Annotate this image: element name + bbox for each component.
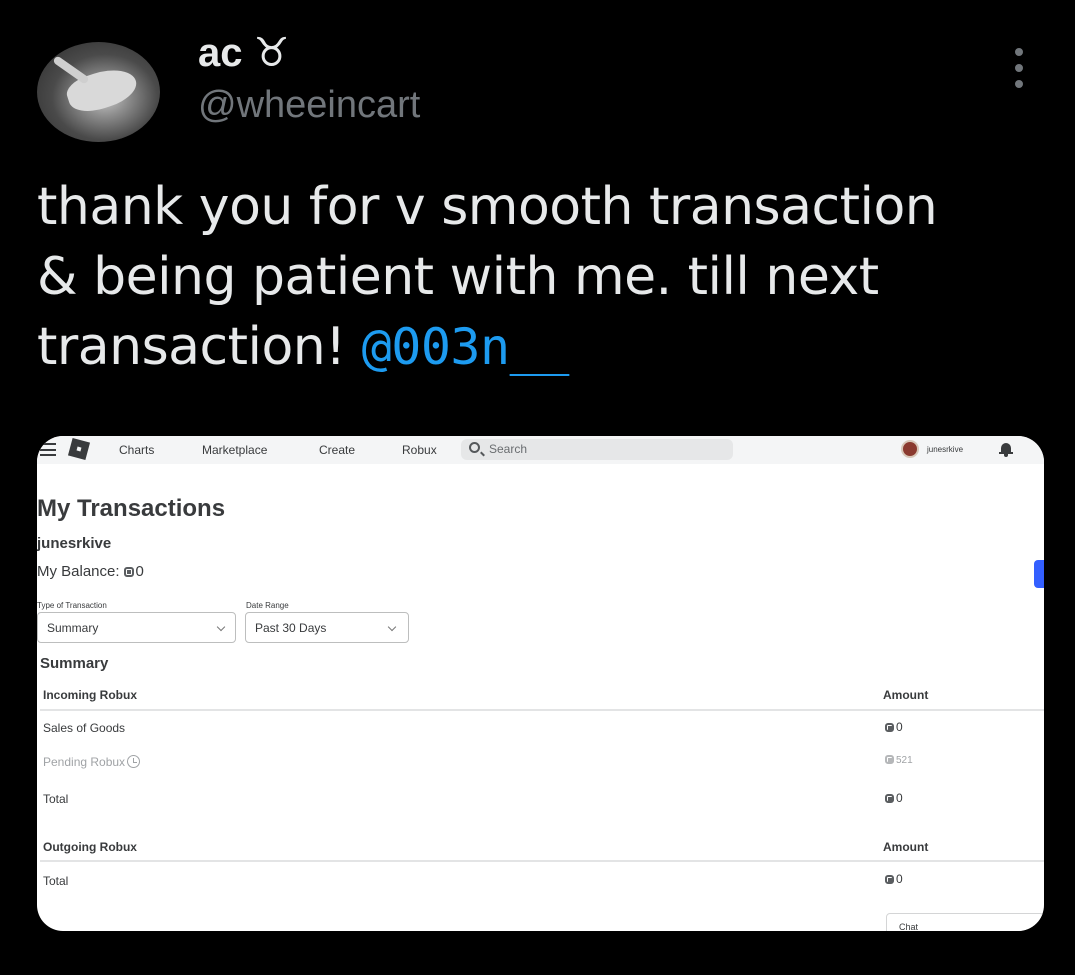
date-select[interactable]: Past 30 Days	[245, 612, 409, 643]
summary-title: Summary	[40, 655, 109, 672]
nav-marketplace[interactable]: Marketplace	[202, 443, 267, 457]
tweet-line-2: & being patient with me. till next	[37, 247, 879, 307]
display-name[interactable]: ac ♉︎	[198, 30, 289, 76]
row-sales-value: 0	[896, 720, 903, 734]
balance-value: 0	[135, 563, 144, 580]
date-value: Past 30 Days	[255, 621, 327, 635]
row-total-value: 0	[896, 791, 903, 805]
user-avatar[interactable]	[901, 440, 919, 458]
top-username[interactable]: junesrkive	[927, 445, 963, 454]
search-icon	[469, 442, 480, 453]
mention-link[interactable]: @003n__	[362, 318, 570, 376]
search-input[interactable]: Search	[461, 439, 733, 460]
more-options-icon[interactable]	[1008, 48, 1030, 88]
type-select[interactable]: Summary	[37, 612, 236, 643]
account-username: junesrkive	[37, 535, 112, 552]
incoming-amount-header: Amount	[883, 688, 929, 702]
tweet-text: thank you for v smooth transaction & bei…	[37, 172, 1037, 382]
robux-icon	[885, 755, 894, 764]
nav-create[interactable]: Create	[319, 443, 355, 457]
tweet-line-1: thank you for v smooth transaction	[37, 177, 938, 237]
type-label: Type of Transaction	[37, 601, 107, 610]
user-handle[interactable]: @wheeincart	[198, 84, 420, 127]
row-pending-value: 521	[896, 755, 913, 766]
divider	[40, 709, 1044, 711]
robux-icon	[885, 875, 894, 884]
divider	[40, 860, 1044, 862]
balance: My Balance: 0	[37, 563, 144, 580]
row-total-amount: 0	[885, 791, 903, 805]
tweet-line-3-text: transaction!	[37, 317, 362, 377]
avatar-arm	[52, 55, 90, 85]
row-sales-amount: 0	[885, 720, 903, 734]
nav-robux[interactable]: Robux	[402, 443, 437, 457]
attached-screenshot[interactable]: Charts Marketplace Create Robux Search j…	[37, 436, 1044, 931]
pending-text: Pending Robux	[43, 755, 126, 769]
row-total-label: Total	[43, 792, 69, 806]
chevron-down-icon	[216, 622, 226, 632]
search-placeholder: Search	[489, 442, 528, 456]
outgoing-total-label: Total	[43, 874, 69, 888]
row-sales-label: Sales of Goods	[43, 721, 126, 735]
outgoing-header: Outgoing Robux	[43, 840, 137, 854]
row-pending-amount: 521	[885, 755, 913, 766]
nav-charts[interactable]: Charts	[119, 443, 154, 457]
robux-icon	[123, 567, 134, 577]
robux-icon	[885, 794, 894, 803]
menu-icon[interactable]	[40, 443, 56, 456]
row-pending-label: Pending Robux	[43, 755, 141, 769]
tweet-line-3: transaction! @003n__	[37, 312, 1037, 382]
chat-button[interactable]: Chat	[886, 913, 1044, 931]
side-tab[interactable]	[1034, 560, 1044, 588]
clock-icon[interactable]	[127, 755, 141, 768]
date-label: Date Range	[246, 601, 289, 610]
incoming-header: Incoming Robux	[43, 688, 137, 702]
outgoing-total-value: 0	[896, 872, 903, 886]
roblox-logo-icon[interactable]	[67, 437, 91, 461]
robux-topbar: Charts Marketplace Create Robux Search j…	[37, 436, 1044, 464]
outgoing-total-amount: 0	[885, 872, 903, 886]
robux-icon	[885, 723, 894, 732]
outgoing-amount-header: Amount	[883, 840, 929, 854]
type-value: Summary	[47, 621, 99, 635]
balance-label: My Balance:	[37, 563, 120, 580]
chevron-down-icon	[387, 622, 397, 632]
bell-icon[interactable]	[999, 441, 1013, 457]
page-title: My Transactions	[37, 495, 226, 522]
profile-avatar[interactable]	[37, 42, 160, 142]
